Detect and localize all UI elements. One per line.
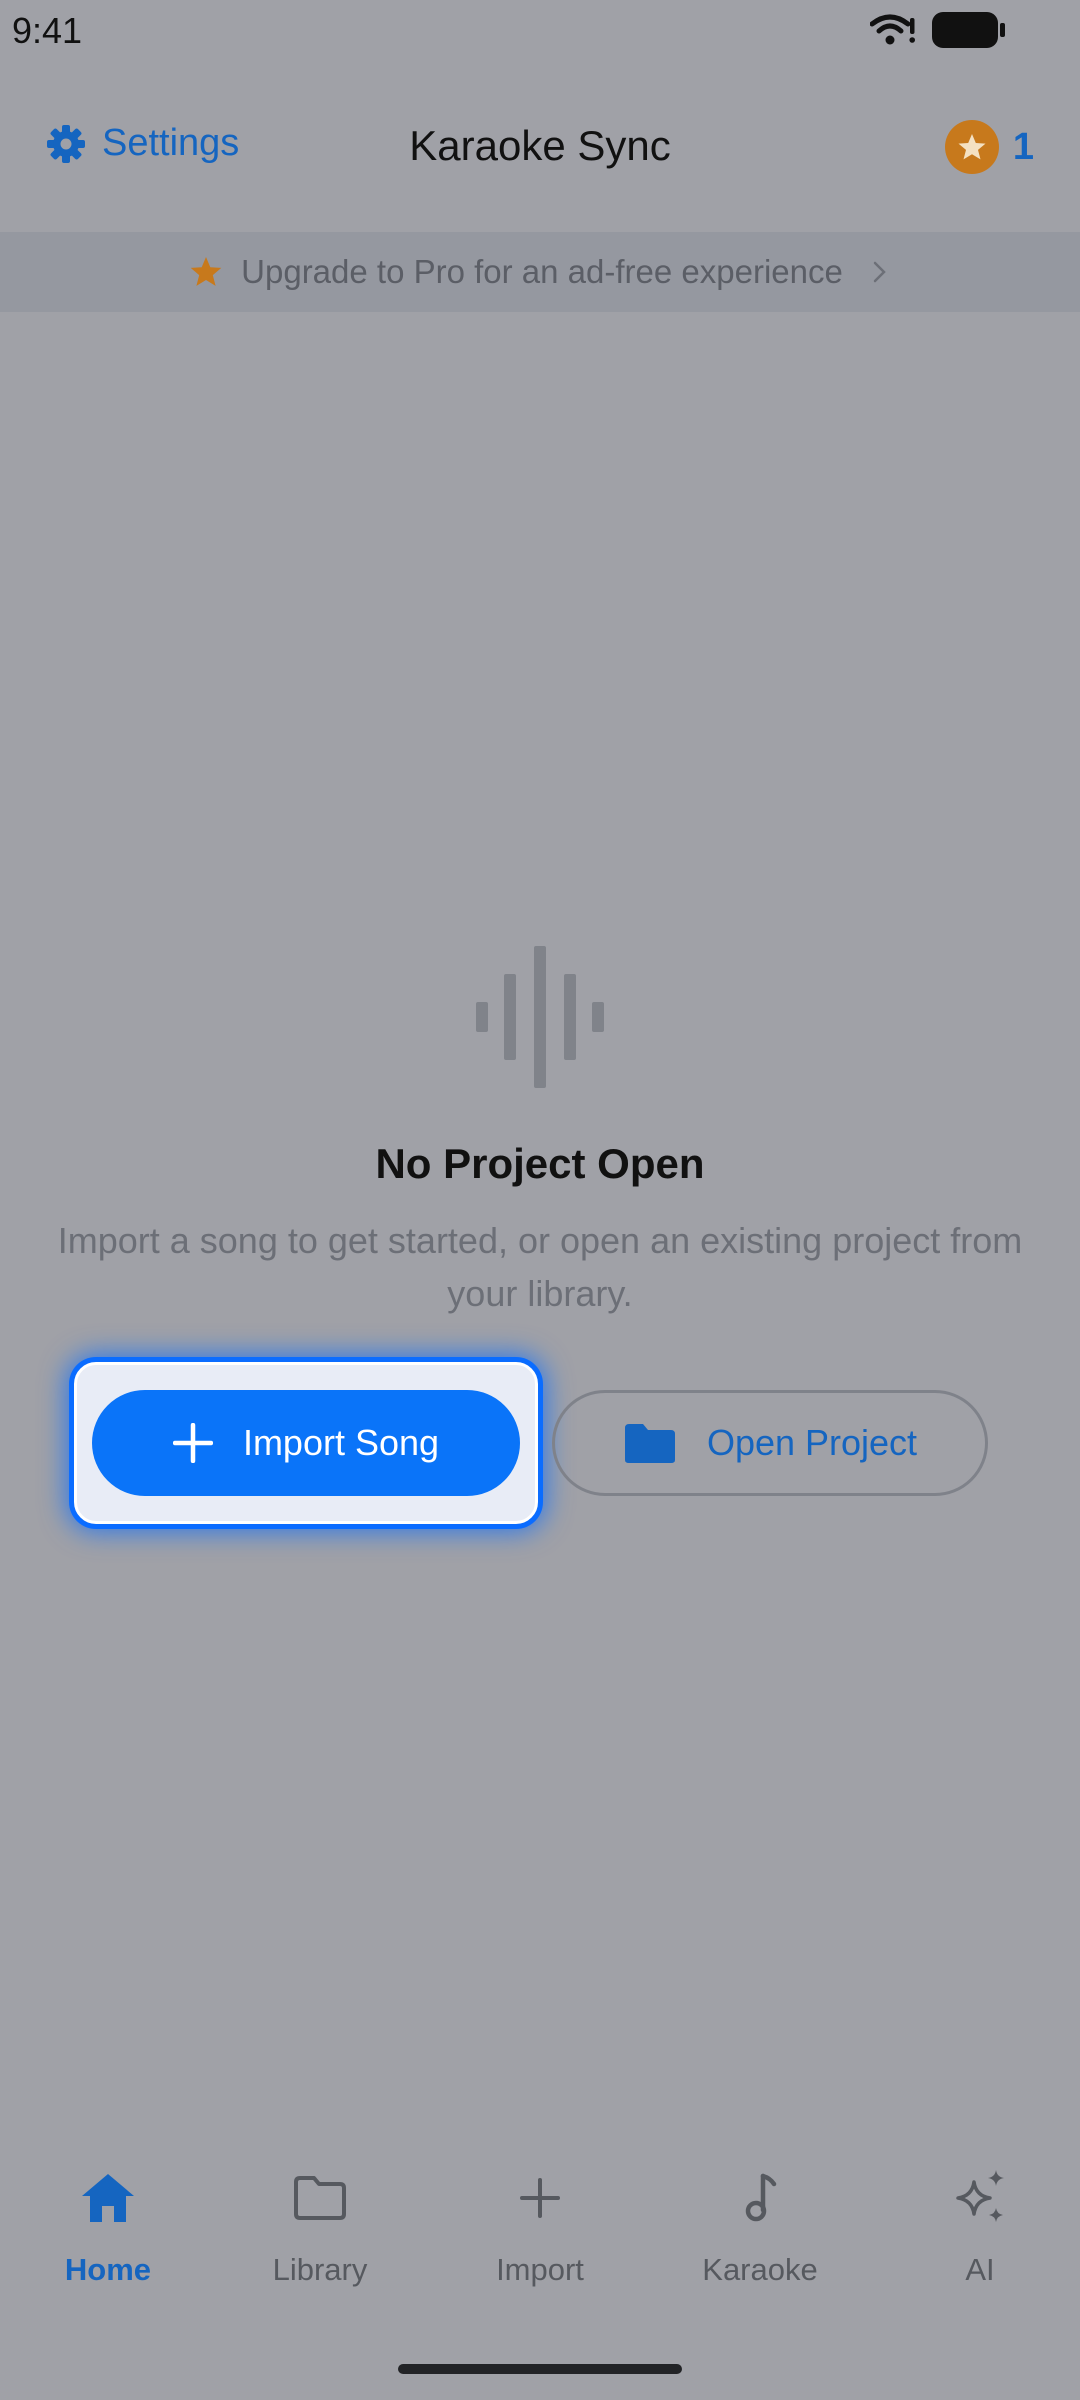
nav-label-home: Home bbox=[64, 2252, 152, 2287]
status-bar: 9:41 bbox=[0, 0, 1080, 62]
top-bar: Settings Karaoke Sync 1 bbox=[0, 104, 1080, 190]
open-project-button[interactable]: Open Project bbox=[552, 1390, 988, 1496]
nav-label-library: Library bbox=[272, 2252, 368, 2287]
nav-item-ai[interactable]: AI bbox=[872, 2160, 1080, 2300]
sparkles-icon bbox=[956, 2170, 1004, 2222]
music-note-icon bbox=[745, 2173, 777, 2222]
import-song-label: Import Song bbox=[242, 1422, 440, 1463]
plus-icon bbox=[520, 2178, 560, 2218]
wifi-icon bbox=[870, 14, 915, 45]
upgrade-banner[interactable]: Upgrade to Pro for an ad-free experience bbox=[0, 232, 1080, 312]
page-title: Karaoke Sync bbox=[409, 122, 671, 169]
nav-item-library[interactable]: Library bbox=[212, 2160, 428, 2300]
import-song-button[interactable]: Import Song bbox=[92, 1390, 520, 1496]
open-project-label: Open Project bbox=[706, 1422, 918, 1463]
plus-icon bbox=[172, 1423, 213, 1463]
bottom-nav: Home Library Import Karaoke AI bbox=[0, 2160, 1080, 2300]
home-icon bbox=[82, 2174, 134, 2222]
empty-state-title: No Project Open bbox=[375, 1140, 705, 1187]
nav-label-import: Import bbox=[496, 2252, 584, 2287]
folder-icon bbox=[294, 2176, 346, 2220]
empty-state-description: Import a song to get started, or open an… bbox=[57, 1220, 1023, 1314]
chevron-right-icon bbox=[873, 261, 886, 283]
nav-item-import[interactable]: Import bbox=[432, 2160, 648, 2300]
nav-label-ai: AI bbox=[965, 2252, 995, 2287]
credits-button[interactable]: 1 bbox=[944, 120, 1034, 174]
nav-item-karaoke[interactable]: Karaoke bbox=[652, 2160, 868, 2300]
battery-icon bbox=[932, 12, 1005, 48]
folder-icon bbox=[624, 1424, 675, 1463]
waveform-icon bbox=[476, 946, 604, 1088]
star-coin-icon bbox=[944, 120, 999, 174]
nav-item-home[interactable]: Home bbox=[0, 2160, 216, 2300]
upgrade-banner-text: Upgrade to Pro for an ad-free experience bbox=[241, 253, 843, 290]
star-icon bbox=[190, 257, 222, 286]
nav-label-karaoke: Karaoke bbox=[702, 2252, 818, 2287]
credits-count: 1 bbox=[1012, 125, 1034, 168]
home-indicator bbox=[398, 2364, 682, 2374]
status-time: 9:41 bbox=[12, 10, 83, 51]
